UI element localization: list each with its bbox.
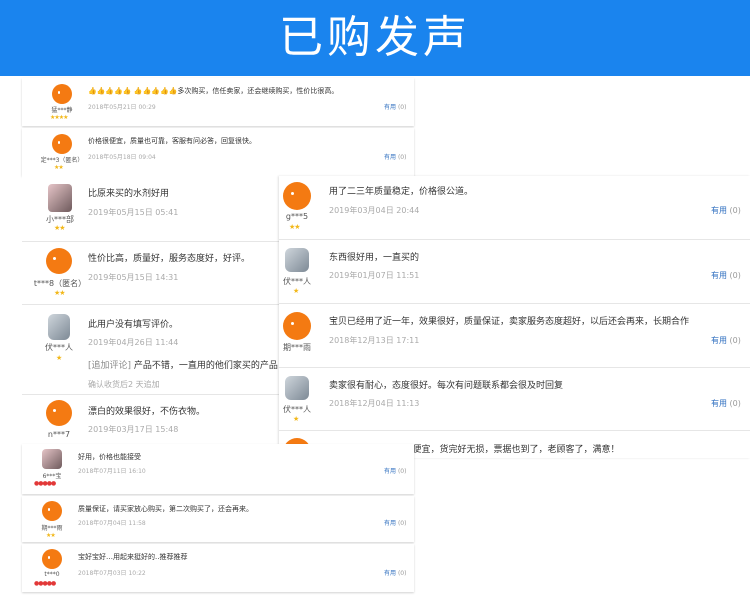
rating-crowns: ★★: [46, 532, 56, 539]
avatar: [52, 134, 72, 154]
review-card: 猛***静 ★★★★ 👍👍👍👍👍 👍👍👍👍👍多次购买，信任卖家，还会继续购买，性…: [22, 78, 414, 126]
review-text: 比原来买的水剂好用: [88, 189, 170, 199]
review-date: 2018年05月21日 00:29: [88, 104, 156, 111]
rating-crowns: ★: [293, 415, 299, 423]
username: 伏***人: [45, 343, 73, 352]
divider: [279, 303, 750, 304]
avatar: [42, 501, 62, 521]
review-card: 期***雨 ★★ 质量保证，请买家放心购买，第二次购买了，还会再来。 2018年…: [22, 496, 414, 542]
rating-crowns: ★★: [54, 289, 66, 297]
rating-crowns: ★★★★: [50, 114, 68, 121]
useful-button[interactable]: 有用 (0): [384, 102, 406, 111]
review-text: 好用，价格也能接受: [78, 453, 141, 461]
review-text: 东西很好用，一直买的: [329, 253, 420, 263]
divider: [279, 239, 750, 240]
rating-crowns: ★★: [54, 164, 64, 171]
divider: [279, 367, 750, 368]
useful-button[interactable]: 有用 (0): [711, 270, 741, 281]
review-card: t***0 ●●●●● 宝好宝好…用起来挺好的..推荐推荐 2018年07月03…: [22, 544, 414, 592]
header-banner: 已购发声: [0, 0, 750, 76]
username: 伏***人: [283, 405, 311, 414]
avatar: [46, 400, 72, 426]
avatar: [285, 248, 309, 272]
avatar: [42, 549, 62, 569]
followup-meta: 确认收货后2 天追加: [88, 380, 160, 389]
review-text: 此用户没有填写评价。: [88, 320, 179, 330]
avatar: [42, 449, 62, 469]
username: t***8（匿名）: [33, 279, 87, 288]
avatar: [46, 248, 72, 274]
review-text: 价格很便宜，质量也可靠，客服有问必答，回复很快。: [88, 137, 256, 145]
review-date: 2019年01月07日 11:51: [329, 271, 420, 280]
username: 猛***静: [51, 107, 73, 114]
useful-button[interactable]: 有用 (0): [711, 398, 741, 409]
rating-crowns: ★: [293, 287, 299, 295]
username: g***5: [285, 212, 309, 221]
review-panel-left: 小***部 ★★ 比原来买的水剂好用 2019年05月15日 05:41 t**…: [22, 176, 284, 438]
followup-review: [追加评论] 产品不错，一直用的他们家买的产品: [88, 361, 278, 371]
review-date: 2018年07月11日 16:10: [78, 468, 146, 475]
review-date: 2019年05月15日 05:41: [88, 208, 179, 217]
review-date: 2018年07月04日 11:58: [78, 520, 146, 527]
useful-button[interactable]: 有用 (0): [384, 518, 406, 527]
divider: [22, 394, 284, 395]
avatar: [52, 84, 72, 104]
useful-button[interactable]: 有用 (0): [384, 466, 406, 475]
rating-crowns: ★: [56, 354, 62, 362]
username: 期***雨: [283, 343, 311, 352]
rating-crowns: ★★: [289, 223, 301, 231]
useful-button[interactable]: 有用 (0): [384, 568, 406, 577]
avatar: [285, 376, 309, 400]
review-text: 卖家很有耐心，态度很好。每次有问题联系都会很及时回复: [329, 381, 564, 391]
review-date: 2019年03月04日 20:44: [329, 206, 420, 215]
review-date: 2018年12月04日 11:13: [329, 399, 420, 408]
review-date: 2018年07月03日 10:22: [78, 570, 146, 577]
review-card: 定***3（匿名） ★★ 价格很便宜，质量也可靠，客服有问必答，回复很快。 20…: [22, 128, 414, 176]
username: 定***3（匿名）: [40, 157, 84, 164]
username: 6***宝: [42, 473, 62, 480]
review-card: 6***宝 ●●●●● 好用，价格也能接受 2018年07月11日 16:10 …: [22, 444, 414, 494]
avatar: [48, 314, 70, 340]
review-date: 2019年04月26日 11:44: [88, 338, 179, 347]
review-date: 2019年03月17日 15:48: [88, 425, 179, 434]
avatar: [283, 182, 311, 210]
avatar: [48, 184, 72, 212]
rating-crowns: ★★: [54, 224, 66, 232]
divider: [279, 430, 750, 431]
username: n***7: [47, 430, 71, 438]
username: 伏***人: [283, 277, 311, 286]
rating-hearts: ●●●●●: [34, 480, 56, 487]
review-text: 👍👍👍👍👍 👍👍👍👍👍多次购买，信任卖家，还会继续购买，性价比很高。: [88, 87, 339, 95]
divider: [22, 241, 284, 242]
review-text: 宝好宝好…用起来挺好的..推荐推荐: [78, 553, 188, 561]
review-text: 质量保证，请买家放心购买，第二次购买了，还会再来。: [78, 505, 253, 513]
review-date: 2018年05月18日 09:04: [88, 154, 156, 161]
review-text: 宝贝已经用了近一年，效果很好，质量保证，卖家服务态度超好，以后还会再来，长期合作: [329, 317, 690, 327]
useful-button[interactable]: 有用 (0): [384, 152, 406, 161]
avatar: [283, 312, 311, 340]
review-text: 漂白的效果很好，不伤衣物。: [88, 407, 206, 417]
username: 期***雨: [41, 525, 63, 532]
review-date: 2018年12月13日 17:11: [329, 336, 420, 345]
page-title: 已购发声: [279, 12, 471, 63]
username: t***0: [44, 571, 60, 578]
review-text: 性价比高，质量好，服务态度好，好评。: [88, 254, 251, 264]
review-text: 用了二三年质量稳定，价格很公道。: [329, 187, 474, 197]
useful-button[interactable]: 有用 (0): [711, 205, 741, 216]
review-date: 2019年05月15日 14:31: [88, 273, 179, 282]
useful-button[interactable]: 有用 (0): [711, 335, 741, 346]
divider: [22, 304, 284, 305]
rating-hearts: ●●●●●: [34, 580, 56, 587]
review-panel-right: g***5 ★★ 用了二三年质量稳定，价格很公道。 2019年03月04日 20…: [279, 176, 750, 458]
